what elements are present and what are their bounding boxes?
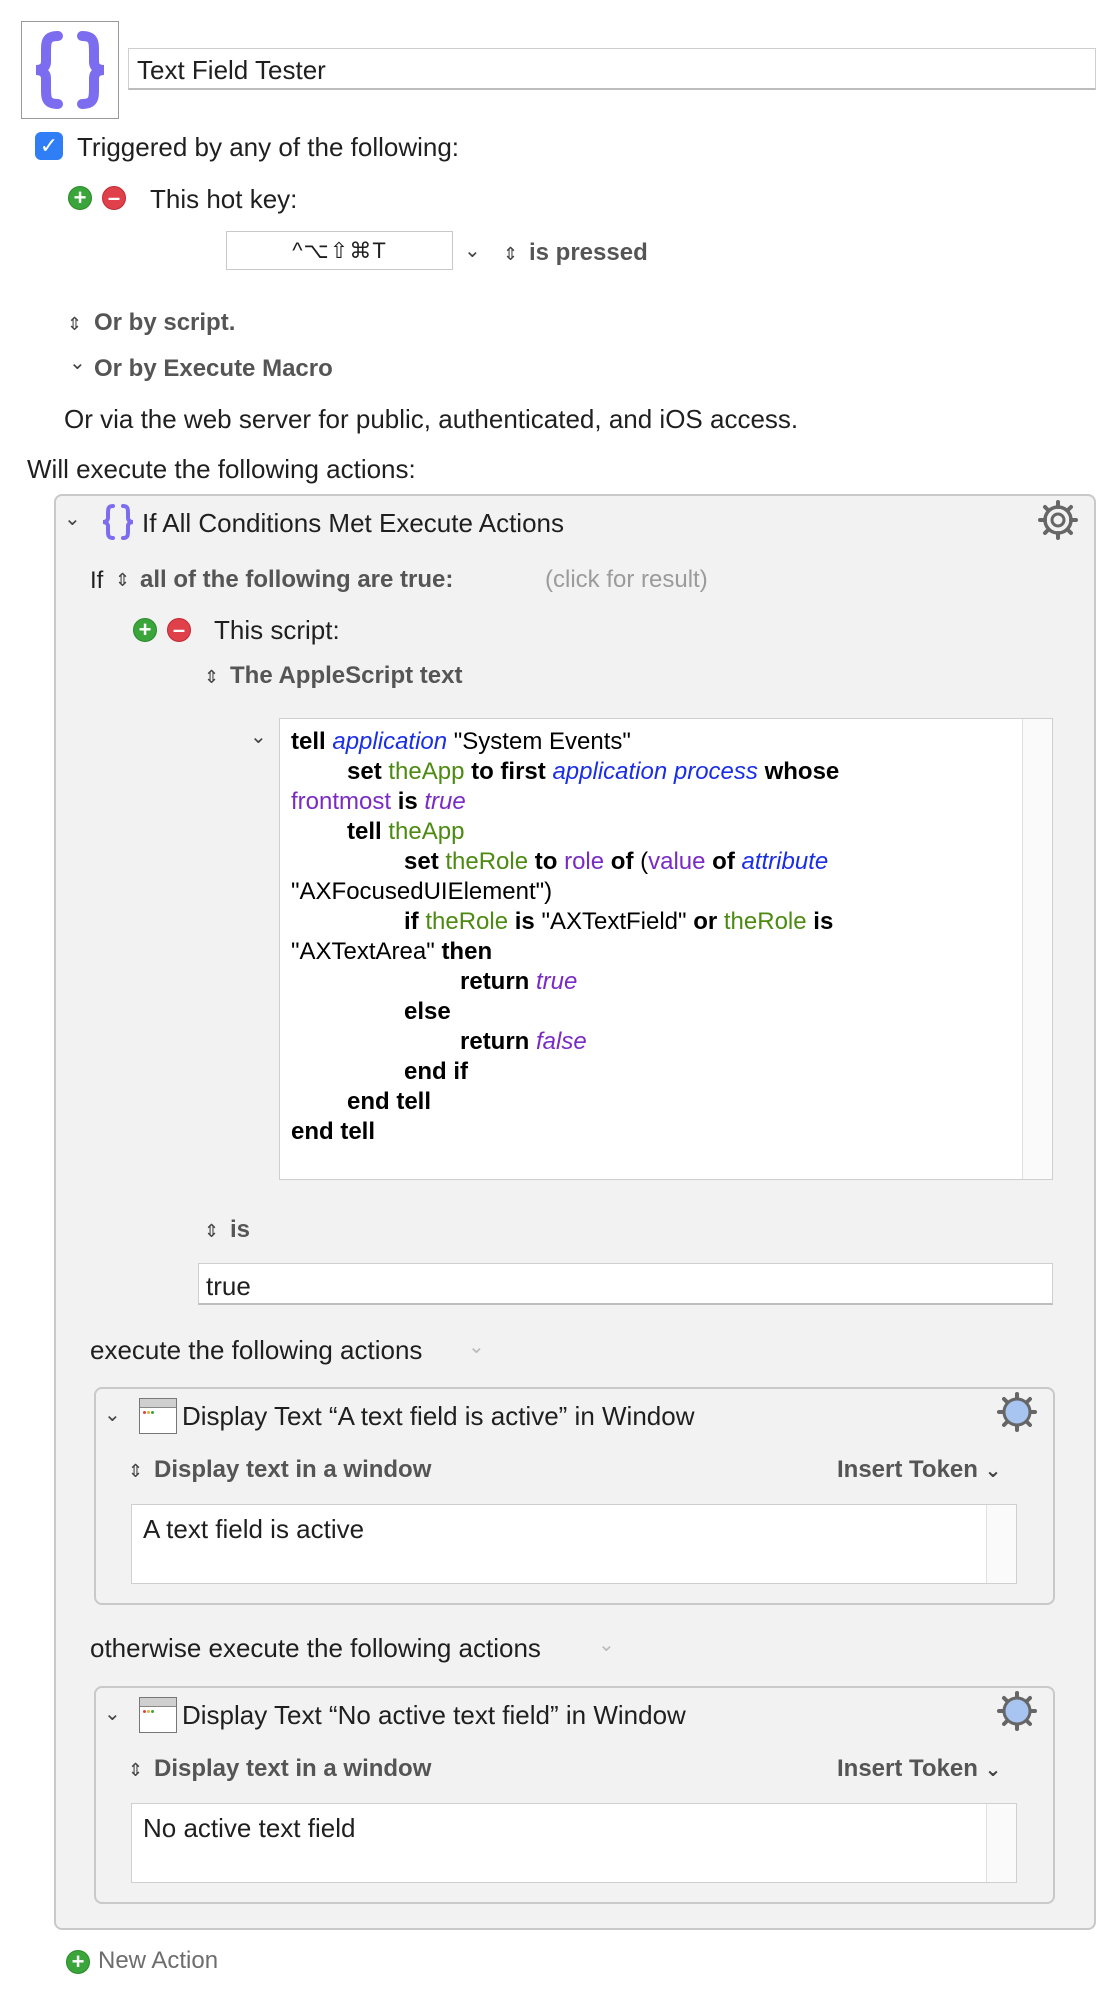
code-line: end tell — [347, 1088, 432, 1115]
chevron-down-icon[interactable]: ⌄ — [69, 350, 86, 375]
code-line: set theApp to first application process … — [347, 758, 840, 785]
collapse-chevron-icon[interactable]: ⌄ — [250, 724, 267, 749]
chevron-down-icon: ⌄ — [984, 1460, 1002, 1482]
click-for-result[interactable]: (click for result) — [545, 565, 708, 595]
code-line: end tell — [291, 1118, 376, 1145]
comparison-value-field[interactable]: true — [198, 1263, 1053, 1305]
scrollbar[interactable] — [986, 1505, 1016, 1583]
macro-title-field[interactable]: Text Field Tester — [128, 48, 1096, 90]
updown-stepper-icon[interactable]: ⇕ — [128, 1754, 143, 1786]
or-by-script[interactable]: Or by script. — [94, 308, 235, 338]
macro-icon[interactable] — [21, 21, 119, 119]
code-line: tell theApp — [347, 818, 465, 845]
then-chevron-icon[interactable]: ⌄ — [468, 1334, 485, 1359]
else-label: otherwise execute the following actions — [90, 1633, 541, 1663]
chevron-down-icon: ⌄ — [984, 1759, 1002, 1781]
code-line: "AXFocusedUIElement") — [291, 878, 553, 905]
code-line: set theRole to role of (value of attribu… — [404, 848, 829, 875]
add-action-icon[interactable]: + — [66, 1950, 90, 1974]
updown-stepper-icon[interactable]: ⇕ — [503, 238, 518, 270]
then-text-field[interactable]: A text field is active — [131, 1504, 1017, 1584]
condition-mode[interactable]: all of the following are true: — [140, 565, 453, 595]
updown-stepper-icon[interactable]: ⇕ — [204, 661, 219, 693]
remove-trigger-button[interactable]: – — [102, 186, 126, 210]
else-action-title: Display Text “No active text field” in W… — [182, 1700, 686, 1730]
code-line: "AXTextArea" then — [291, 938, 493, 965]
or-by-execute-macro[interactable]: Or by Execute Macro — [94, 354, 333, 384]
window-icon — [139, 1697, 177, 1733]
if-action-title: If All Conditions Met Execute Actions — [142, 508, 564, 538]
action-gear-icon[interactable] — [1037, 499, 1079, 541]
web-server-note: Or via the web server for public, authen… — [64, 404, 799, 434]
insert-token-button[interactable]: Insert Token ⌄ — [837, 1455, 1001, 1486]
updown-stepper-icon[interactable]: ⇕ — [115, 564, 130, 596]
new-action-button[interactable]: New Action — [98, 1946, 218, 1976]
actions-header: Will execute the following actions: — [27, 454, 416, 484]
updown-stepper-icon[interactable]: ⇕ — [128, 1455, 143, 1487]
collapse-chevron-icon[interactable]: ⌄ — [104, 1402, 121, 1427]
hotkey-field[interactable]: ^⌥⇧⌘T — [226, 231, 453, 270]
action-gear-icon[interactable] — [996, 1690, 1038, 1732]
curly-braces-icon — [100, 503, 136, 541]
then-action-title: Display Text “A text field is active” in… — [182, 1401, 695, 1431]
scrollbar[interactable] — [986, 1804, 1016, 1882]
curly-braces-icon — [35, 31, 105, 109]
then-display-mode[interactable]: Display text in a window — [154, 1455, 431, 1485]
triggered-checkbox[interactable]: ✓ — [35, 132, 63, 160]
code-line: frontmost is true — [291, 788, 466, 815]
then-label: execute the following actions — [90, 1335, 423, 1365]
code-line: return true — [460, 968, 578, 995]
action-gear-icon[interactable] — [996, 1391, 1038, 1433]
else-chevron-icon[interactable]: ⌄ — [598, 1632, 615, 1657]
collapse-chevron-icon[interactable]: ⌄ — [64, 506, 81, 531]
hotkey-dropdown-chevron-icon[interactable]: ⌄ — [464, 238, 481, 263]
remove-condition-button[interactable]: – — [167, 618, 191, 642]
collapse-chevron-icon[interactable]: ⌄ — [104, 1701, 121, 1726]
code-line: return false — [460, 1028, 587, 1055]
updown-stepper-icon[interactable]: ⇕ — [67, 308, 82, 340]
triggered-label: Triggered by any of the following: — [77, 132, 460, 162]
code-line: end if — [404, 1058, 468, 1085]
else-text-field[interactable]: No active text field — [131, 1803, 1017, 1883]
add-condition-button[interactable]: + — [133, 618, 157, 642]
code-line: else — [404, 998, 451, 1025]
hotkey-label: This hot key: — [150, 184, 298, 214]
updown-stepper-icon[interactable]: ⇕ — [204, 1215, 219, 1247]
script-type[interactable]: The AppleScript text — [230, 661, 462, 691]
insert-token-button[interactable]: Insert Token ⌄ — [837, 1754, 1001, 1785]
scrollbar[interactable] — [1022, 719, 1052, 1179]
if-word: If — [90, 567, 104, 594]
window-icon — [139, 1398, 177, 1434]
comparison-operator[interactable]: is — [230, 1215, 250, 1245]
else-display-mode[interactable]: Display text in a window — [154, 1754, 431, 1784]
code-line: tell application "System Events" — [291, 728, 631, 755]
condition-label: This script: — [214, 615, 340, 645]
add-trigger-button[interactable]: + — [68, 186, 92, 210]
code-line: if theRole is "AXTextField" or theRole i… — [404, 908, 834, 935]
hotkey-condition[interactable]: is pressed — [529, 238, 648, 268]
